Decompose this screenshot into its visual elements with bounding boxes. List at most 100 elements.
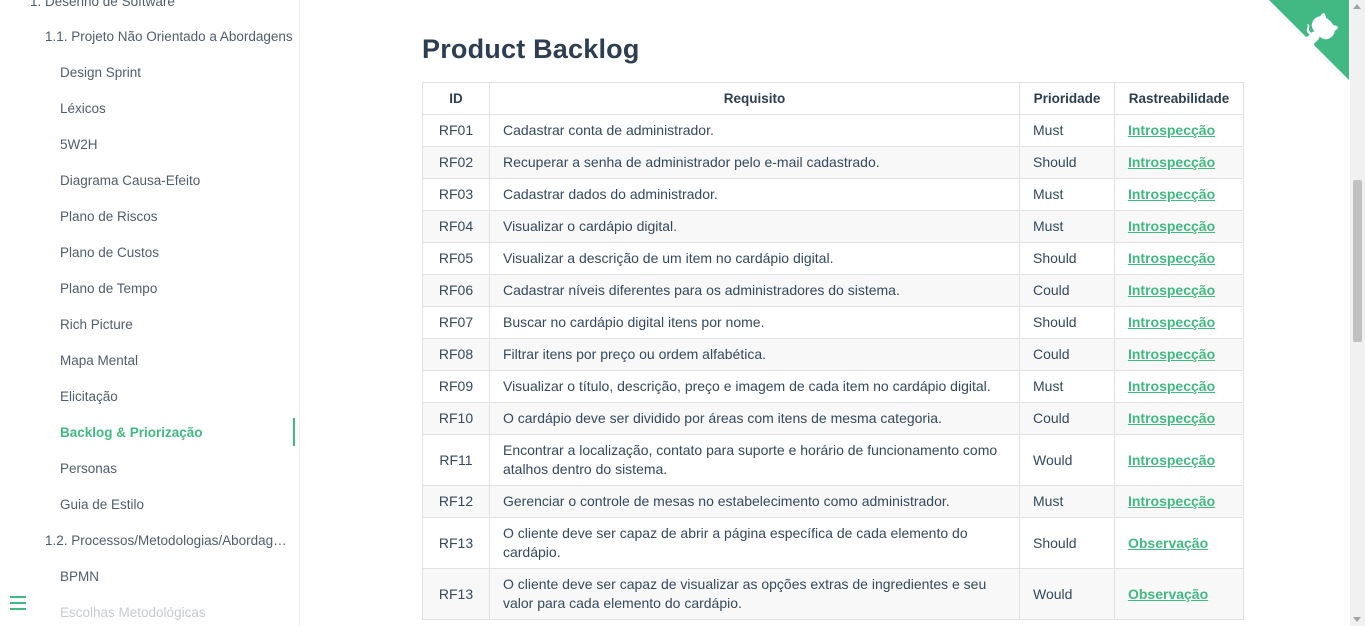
cell-rastreabilidade: Introspecção	[1113, 242, 1245, 275]
cell-requisito: Buscar no cardápio digital itens por nom…	[488, 306, 1021, 339]
cell-prioridade: Should	[1019, 242, 1115, 275]
trace-link[interactable]: Introspecção	[1128, 282, 1215, 298]
table-row: RF01 Cadastrar conta de administrador. M…	[422, 114, 1245, 147]
sidebar-item-plano-de-custos[interactable]: Plano de Custos	[60, 245, 159, 260]
cell-requisito: O cliente deve ser capaz de visualizar a…	[488, 568, 1021, 620]
cell-rastreabilidade: Observação	[1113, 568, 1245, 620]
cell-id: RF05	[422, 242, 490, 275]
sidebar: 1. Desenho de Software 1.1. Projeto Não …	[0, 0, 300, 626]
cell-id: RF04	[422, 210, 490, 243]
table-row: RF06 Cadastrar níveis diferentes para os…	[422, 274, 1245, 307]
cell-prioridade: Must	[1019, 485, 1115, 518]
backlog-table: ID Requisito Prioridade Rastreabilidade …	[422, 82, 1245, 620]
trace-link[interactable]: Observação	[1128, 535, 1208, 551]
trace-link[interactable]: Introspecção	[1128, 452, 1215, 468]
page-scrollbar[interactable]	[1350, 0, 1365, 626]
cell-prioridade: Should	[1019, 146, 1115, 179]
cell-rastreabilidade: Introspecção	[1113, 306, 1245, 339]
trace-link[interactable]: Observação	[1128, 586, 1208, 602]
column-header-rastreabilidade: Rastreabilidade	[1113, 82, 1245, 115]
cell-id: RF07	[422, 306, 490, 339]
cell-id: RF13	[422, 568, 490, 620]
cell-rastreabilidade: Introspecção	[1113, 178, 1245, 211]
cell-requisito: Visualizar o título, descrição, preço e …	[488, 370, 1021, 403]
sidebar-item-plano-de-tempo[interactable]: Plano de Tempo	[60, 281, 157, 296]
sidebar-item-guia-de-estilo[interactable]: Guia de Estilo	[60, 497, 144, 512]
trace-link[interactable]: Introspecção	[1128, 493, 1215, 509]
sidebar-item-mapa-mental[interactable]: Mapa Mental	[60, 353, 138, 368]
cell-rastreabilidade: Introspecção	[1113, 210, 1245, 243]
cell-prioridade: Must	[1019, 178, 1115, 211]
cell-prioridade: Must	[1019, 210, 1115, 243]
table-row: RF11 Encontrar a localização, contato pa…	[422, 434, 1245, 486]
cell-requisito: Gerenciar o controle de mesas no estabel…	[488, 485, 1021, 518]
github-corner-icon[interactable]	[1269, 0, 1349, 80]
cell-requisito: Cadastrar dados do administrador.	[488, 178, 1021, 211]
cell-id: RF12	[422, 485, 490, 518]
trace-link[interactable]: Introspecção	[1128, 186, 1215, 202]
trace-link[interactable]: Introspecção	[1128, 122, 1215, 138]
table-row: RF05 Visualizar a descrição de um item n…	[422, 242, 1245, 275]
cell-prioridade: Should	[1019, 306, 1115, 339]
cell-id: RF02	[422, 146, 490, 179]
trace-link[interactable]: Introspecção	[1128, 154, 1215, 170]
trace-link[interactable]: Introspecção	[1128, 218, 1215, 234]
cell-id: RF10	[422, 402, 490, 435]
trace-link[interactable]: Introspecção	[1128, 314, 1215, 330]
cell-requisito: Cadastrar conta de administrador.	[488, 114, 1021, 147]
sidebar-item-5w2h[interactable]: 5W2H	[60, 137, 98, 152]
trace-link[interactable]: Introspecção	[1128, 346, 1215, 362]
cell-id: RF03	[422, 178, 490, 211]
sidebar-item-diagrama-causa-efeito[interactable]: Diagrama Causa-Efeito	[60, 173, 200, 188]
cell-prioridade: Should	[1019, 517, 1115, 569]
cell-rastreabilidade: Introspecção	[1113, 338, 1245, 371]
scroll-up-icon[interactable]	[1353, 4, 1361, 9]
sidebar-item-design-sprint[interactable]: Design Sprint	[60, 65, 141, 80]
sidebar-item-rich-picture[interactable]: Rich Picture	[60, 317, 133, 332]
scroll-thumb[interactable]	[1353, 180, 1362, 342]
cell-requisito: Recuperar a senha de administrador pelo …	[488, 146, 1021, 179]
cell-rastreabilidade: Introspecção	[1113, 434, 1245, 486]
column-header-requisito: Requisito	[488, 82, 1021, 115]
trace-link[interactable]: Introspecção	[1128, 410, 1215, 426]
cell-id: RF11	[422, 434, 490, 486]
sidebar-item-personas[interactable]: Personas	[60, 461, 117, 476]
cell-rastreabilidade: Introspecção	[1113, 402, 1245, 435]
cell-rastreabilidade: Introspecção	[1113, 274, 1245, 307]
cell-requisito: O cliente deve ser capaz de abrir a pági…	[488, 517, 1021, 569]
main-content: Product Backlog ID Requisito Prioridade …	[300, 0, 1350, 626]
scroll-down-icon[interactable]	[1353, 617, 1361, 622]
cell-prioridade: Must	[1019, 370, 1115, 403]
cell-prioridade: Could	[1019, 402, 1115, 435]
table-header-row: ID Requisito Prioridade Rastreabilidade	[422, 82, 1245, 115]
cell-requisito: Cadastrar níveis diferentes para os admi…	[488, 274, 1021, 307]
cell-prioridade: Could	[1019, 274, 1115, 307]
trace-link[interactable]: Introspecção	[1128, 250, 1215, 266]
sidebar-item-desenho-de-software[interactable]: 1. Desenho de Software	[30, 0, 175, 9]
sidebar-item-elicitacao[interactable]: Elicitação	[60, 389, 118, 404]
cell-id: RF13	[422, 517, 490, 569]
sidebar-item-backlog-priorizacao[interactable]: Backlog & Priorização	[60, 425, 203, 440]
cell-id: RF06	[422, 274, 490, 307]
sidebar-item-lexicos[interactable]: Léxicos	[60, 101, 106, 116]
cell-prioridade: Could	[1019, 338, 1115, 371]
cell-id: RF09	[422, 370, 490, 403]
cell-rastreabilidade: Introspecção	[1113, 370, 1245, 403]
sidebar-item-bpmn[interactable]: BPMN	[60, 569, 99, 584]
table-row: RF12 Gerenciar o controle de mesas no es…	[422, 485, 1245, 518]
sidebar-item-projeto-nao-orientado[interactable]: 1.1. Projeto Não Orientado a Abordagens	[45, 29, 293, 44]
table-row: RF03 Cadastrar dados do administrador. M…	[422, 178, 1245, 211]
cell-id: RF08	[422, 338, 490, 371]
cell-requisito: Filtrar itens por preço ou ordem alfabét…	[488, 338, 1021, 371]
cell-prioridade: Would	[1019, 434, 1115, 486]
sidebar-item-processos-metodologias[interactable]: 1.2. Processos/Metodologias/Abordagens	[45, 533, 293, 548]
column-header-prioridade: Prioridade	[1019, 82, 1115, 115]
table-row: RF13 O cliente deve ser capaz de visuali…	[422, 568, 1245, 620]
sidebar-item-escolhas-metodologicas[interactable]: Escolhas Metodológicas	[60, 605, 206, 620]
cell-requisito: Encontrar a localização, contato para su…	[488, 434, 1021, 486]
trace-link[interactable]: Introspecção	[1128, 378, 1215, 394]
table-row: RF07 Buscar no cardápio digital itens po…	[422, 306, 1245, 339]
hamburger-icon[interactable]	[10, 596, 26, 610]
cell-prioridade: Must	[1019, 114, 1115, 147]
sidebar-item-plano-de-riscos[interactable]: Plano de Riscos	[60, 209, 158, 224]
